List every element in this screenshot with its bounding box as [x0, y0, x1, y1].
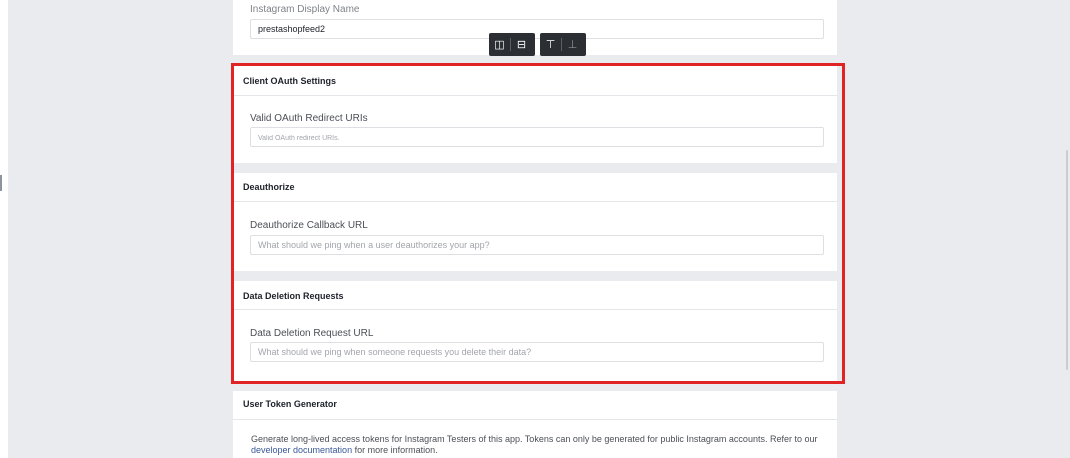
deauthorize-callback-input[interactable] [250, 235, 824, 255]
display-name-label: Instagram Display Name [250, 4, 360, 15]
layout-toolbar-left: ◫ ⊟ [489, 33, 535, 56]
split-horizontal-icon[interactable]: ⊟ [511, 33, 532, 56]
oauth-redirect-uris-label: Valid OAuth Redirect URIs [250, 113, 368, 124]
data-deletion-title: Data Deletion Requests [243, 291, 344, 301]
client-oauth-title: Client OAuth Settings [243, 76, 336, 86]
user-token-title: User Token Generator [243, 399, 337, 409]
developer-documentation-link[interactable]: developer documentation [251, 445, 352, 455]
align-bottom-icon[interactable]: ⊥ [562, 33, 583, 56]
user-token-header: User Token Generator [233, 391, 837, 420]
user-token-text: Generate long-lived access tokens for In… [251, 434, 818, 444]
section-divider [233, 271, 837, 281]
user-token-description: Generate long-lived access tokens for In… [251, 434, 831, 456]
page-edge [0, 0, 8, 458]
data-deletion-header: Data Deletion Requests [233, 281, 837, 310]
client-oauth-header: Client OAuth Settings [233, 67, 837, 96]
deauthorize-callback-label: Deauthorize Callback URL [250, 220, 368, 231]
section-divider [233, 55, 837, 65]
insert-row-icon[interactable]: ⊤ [540, 33, 561, 56]
user-token-text-end: for more information. [352, 445, 438, 455]
display-name-input[interactable] [250, 19, 824, 39]
layout-toolbar-right: ⊤ ⊥ [540, 33, 586, 56]
data-deletion-url-label: Data Deletion Request URL [250, 328, 374, 339]
deauthorize-title: Deauthorize [243, 182, 295, 192]
section-divider [233, 381, 837, 391]
split-vertical-icon[interactable]: ◫ [489, 33, 510, 56]
data-deletion-url-input[interactable] [250, 342, 824, 362]
section-divider [233, 163, 837, 173]
scrollbar[interactable] [1066, 150, 1068, 370]
oauth-redirect-uris-input[interactable] [250, 127, 824, 147]
left-edge-marker [0, 175, 2, 191]
deauthorize-header: Deauthorize [233, 173, 837, 202]
settings-panel: Instagram Display Name Client OAuth Sett… [233, 0, 837, 458]
